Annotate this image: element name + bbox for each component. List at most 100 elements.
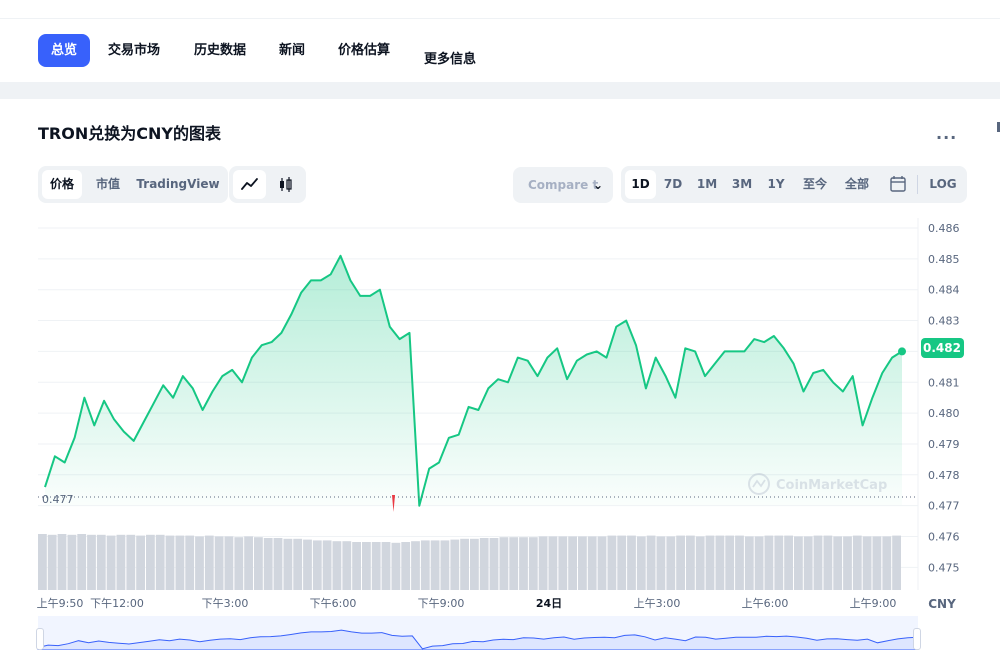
y-tick-label: 0.480 [928,407,960,420]
navigator-right-handle[interactable] [913,628,921,650]
volume-bar [224,536,234,590]
volume-bar [499,537,509,590]
tab-more-info[interactable]: 更多信息 [424,43,476,76]
candlestick-button[interactable] [269,170,302,199]
volume-bar [312,540,322,590]
volume-bar [646,535,656,590]
line-chart-button[interactable] [233,170,266,199]
volume-bar [813,535,823,590]
volume-bar [666,536,676,590]
volume-bar [263,538,273,590]
volume-bar [528,537,538,590]
compare-label: Compare t [528,178,599,192]
tab-tradingview[interactable]: TradingView [136,170,220,199]
range-ytd[interactable]: 至今 [797,170,833,199]
watermark-text: CoinMarketCap [776,478,887,493]
low-marker [392,495,395,512]
x-tick-label: 上午3:00 [634,597,681,610]
range-1d[interactable]: 1D [625,170,656,199]
volume-bar [420,540,430,590]
tab-overview[interactable]: 总览 [38,34,90,67]
volume-bar [352,542,361,590]
y-tick-label: 0.484 [928,284,960,297]
tab-market-cap[interactable]: 市值 [88,170,128,199]
log-scale-button[interactable]: LOG [924,170,962,199]
volume-bar [185,535,195,590]
range-7d[interactable]: 7D [659,170,687,199]
range-1m[interactable]: 1M [693,170,721,199]
volume-bar [754,536,764,590]
range-1y[interactable]: 1Y [764,170,788,199]
tab-markets[interactable]: 交易市场 [108,34,160,67]
volume-bar [293,538,303,590]
volume-bar [430,540,440,590]
y-tick-label: 0.476 [928,531,960,544]
navigator-line [37,629,919,650]
volume-bar [862,536,872,590]
volume-bar [548,536,558,590]
toggle-divider [917,175,918,194]
volume-bar [558,536,568,590]
range-3m[interactable]: 3M [728,170,756,199]
chart-title: TRON兑换为CNY的图表 [38,124,221,143]
volume-bar [195,536,204,590]
x-axis-unit: CNY [928,597,956,611]
y-tick-label: 0.475 [928,561,960,574]
tab-price[interactable]: 价格 [42,170,82,199]
y-tick-label: 0.483 [928,315,960,328]
y-tick-label: 0.479 [928,438,960,451]
volume-bar [342,541,352,590]
more-options-button[interactable]: ... [936,124,957,143]
navigator-left-handle[interactable] [36,628,44,650]
date-picker-button[interactable] [883,170,913,199]
volume-bar [371,542,381,590]
volume-bar [116,534,126,590]
y-tick-label: 0.486 [928,222,960,235]
volume-bar [126,534,136,590]
volume-bar [362,542,371,590]
range-all[interactable]: 全部 [839,170,875,199]
x-tick-label: 下午3:00 [202,597,249,610]
volume-bar [381,542,391,590]
tab-historical-data[interactable]: 历史数据 [194,34,246,67]
volume-bar [676,535,685,590]
volume-bar [833,536,843,590]
x-tick-label: 24日 [536,597,562,610]
tab-price-prediction[interactable]: 价格估算 [338,34,390,67]
volume-bar [273,538,283,590]
tab-news[interactable]: 新闻 [279,34,305,67]
volume-bar [686,535,695,590]
volume-bar [234,537,244,590]
current-price-badge [921,338,964,358]
volume-bar [332,541,342,590]
volume-bar [155,534,165,590]
low-label: 0.477 [42,493,74,506]
chevron-down-icon: ⌄ [592,178,603,192]
volume-bar [57,534,67,590]
navigator-background [38,616,918,650]
y-tick-label: 0.477 [928,500,960,513]
volume-bar [175,535,185,590]
volume-bar [87,534,96,590]
volume-bar [136,535,145,590]
volume-bar [450,539,460,590]
volume-bar [568,536,577,590]
volume-bar [803,536,813,590]
x-tick-label: 上午6:00 [742,597,789,610]
x-tick-label: 下午6:00 [310,597,357,610]
volume-bar [411,541,420,590]
volume-bar [784,535,793,590]
volume-bar [892,535,901,590]
y-tick-label: 0.478 [928,469,960,482]
volume-bar [617,535,627,590]
volume-bar [47,534,57,590]
compare-dropdown[interactable]: Compare t ⌄ [513,167,613,203]
volume-bar [794,536,803,590]
volume-bar [695,536,705,590]
volume-bar [725,535,735,590]
volume-bar [96,534,106,590]
calendar-icon [890,176,906,192]
last-price-dot [898,347,906,356]
volume-bar [38,534,47,590]
x-tick-label: 上午9:50 [37,597,84,610]
